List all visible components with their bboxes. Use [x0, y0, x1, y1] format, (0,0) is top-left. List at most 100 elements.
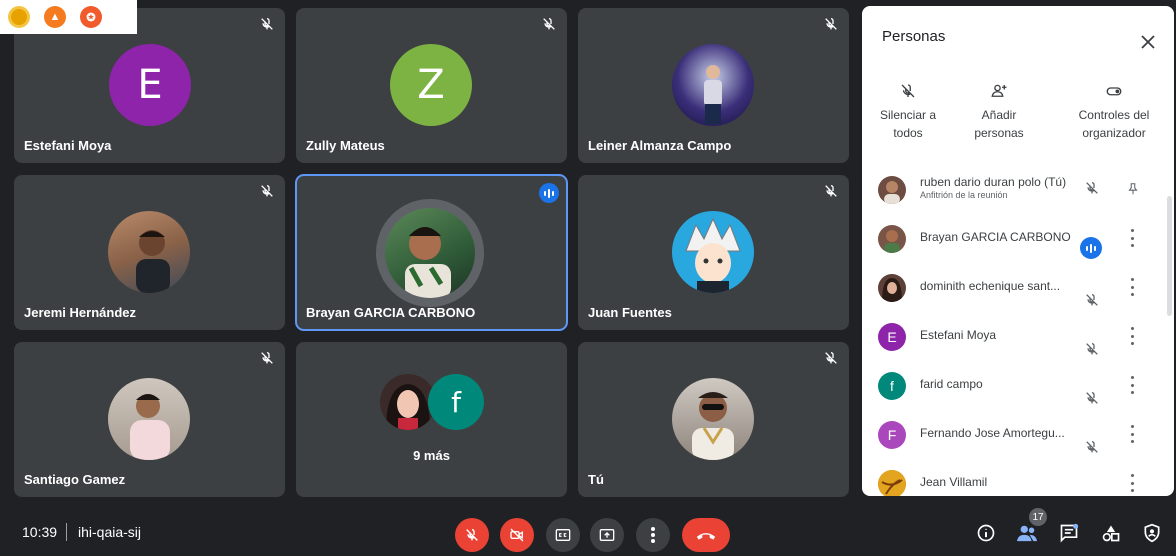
- mic-off-icon: [1086, 182, 1098, 194]
- control-label: organizador: [1082, 126, 1146, 140]
- participant-tile-active-speaker[interactable]: Brayan GARCIA CARBONO: [295, 174, 568, 331]
- more-options-icon[interactable]: [1126, 474, 1138, 492]
- photo-avatar: [385, 208, 475, 298]
- leave-call-button[interactable]: [682, 518, 730, 552]
- extension-icon[interactable]: [8, 6, 30, 28]
- meeting-time: 10:39: [22, 524, 58, 540]
- participant-row[interactable]: Brayan GARCIA CARBONO: [862, 215, 1167, 264]
- meet-window: ▲ ✪ E Estefani Moya Z Zully Mateus Leine…: [0, 0, 1176, 556]
- hang-up-icon: [696, 533, 716, 540]
- photo-avatar: [672, 211, 754, 293]
- people-icon: [1017, 525, 1037, 542]
- mic-off-icon: [901, 84, 915, 98]
- photo-avatar: [108, 378, 190, 460]
- add-people-button[interactable]: Añadir personas: [960, 82, 1038, 142]
- bottom-toolbar: 10:39 ihi-qaia-sij 17: [0, 506, 1176, 556]
- participant-row[interactable]: E Estefani Moya: [862, 313, 1167, 362]
- overflow-tile[interactable]: f 9 más: [296, 342, 567, 497]
- participant-name: Jeremi Hernández: [24, 305, 136, 320]
- photo-avatar: [672, 378, 754, 460]
- mic-off-icon: [1086, 294, 1098, 306]
- mic-off-icon: [1086, 441, 1098, 453]
- close-icon[interactable]: [1140, 34, 1156, 50]
- participant-name: Santiago Gamez: [24, 472, 126, 487]
- more-options-icon[interactable]: [1126, 278, 1138, 296]
- more-vert-icon: [651, 527, 655, 543]
- mic-off-icon: [261, 185, 273, 197]
- host-controls-button[interactable]: Controles del organizador: [1066, 82, 1162, 142]
- participant-tile-self[interactable]: Tú: [578, 342, 849, 497]
- participant-name: Zully Mateus: [306, 138, 385, 153]
- participant-tile[interactable]: Santiago Gamez: [14, 342, 285, 497]
- more-options-icon[interactable]: [1126, 425, 1138, 443]
- extension-icon[interactable]: ✪: [80, 6, 102, 28]
- more-options-icon[interactable]: [1126, 327, 1138, 345]
- photo-avatar: [672, 44, 754, 126]
- speaking-indicator-icon: [1080, 237, 1102, 259]
- participant-name: Juan Fuentes: [588, 305, 672, 320]
- avatar: E: [109, 44, 191, 126]
- photo-avatar: [878, 470, 906, 496]
- control-label: Silenciar a: [879, 108, 937, 122]
- chat-icon: [1060, 523, 1079, 543]
- captions-button[interactable]: [546, 518, 580, 552]
- mic-off-icon: [543, 18, 555, 30]
- participant-name: Jean Villamil: [920, 475, 988, 489]
- photo-avatar: [108, 211, 190, 293]
- participant-tile[interactable]: Juan Fuentes: [578, 175, 849, 330]
- meeting-details-button[interactable]: [975, 522, 997, 544]
- participant-row[interactable]: ruben dario duran polo (Tú) Anfitrión de…: [862, 166, 1167, 215]
- toggle-icon: [1106, 87, 1122, 96]
- present-screen-button[interactable]: [590, 518, 624, 552]
- more-options-icon[interactable]: [1126, 376, 1138, 394]
- participant-row[interactable]: dominith echenique sant...: [862, 264, 1167, 313]
- participant-row[interactable]: f farid campo: [862, 362, 1167, 411]
- more-participants-label: 9 más: [413, 448, 450, 463]
- mic-off-icon: [1086, 343, 1098, 355]
- divider: [66, 523, 67, 541]
- participant-name: dominith echenique sant...: [920, 279, 1061, 293]
- mic-off-icon: [825, 185, 837, 197]
- microphone-toggle-button[interactable]: [455, 518, 489, 552]
- photo-avatar: [878, 274, 906, 302]
- control-label: personas: [974, 126, 1024, 140]
- more-options-button[interactable]: [636, 518, 670, 552]
- mute-all-button[interactable]: Silenciar a todos: [872, 82, 944, 142]
- participant-tile[interactable]: Jeremi Hernández: [14, 175, 285, 330]
- meeting-code: ihi-qaia-sij: [78, 524, 142, 540]
- participant-tile[interactable]: Leiner Almanza Campo: [578, 8, 849, 163]
- pin-icon[interactable]: [1126, 180, 1140, 198]
- mic-off-icon: [466, 528, 478, 541]
- mic-off-icon: [825, 18, 837, 30]
- closed-captions-icon: [555, 529, 571, 541]
- participant-role: Anfitrión de la reunión: [920, 190, 1008, 200]
- participant-row[interactable]: Jean Villamil: [862, 460, 1167, 496]
- avatar: f: [878, 372, 906, 400]
- participant-name: farid campo: [920, 377, 983, 391]
- extension-icon[interactable]: ▲: [44, 6, 66, 28]
- avatar: F: [878, 421, 906, 449]
- control-label: Controles del: [1078, 108, 1150, 122]
- control-label: todos: [893, 126, 923, 140]
- participant-tile[interactable]: Z Zully Mateus: [296, 8, 567, 163]
- avatar: Z: [390, 44, 472, 126]
- mic-off-icon: [1086, 392, 1098, 404]
- control-label: Añadir: [981, 108, 1017, 122]
- participant-name: Estefani Moya: [24, 138, 112, 153]
- camera-off-icon: [510, 528, 524, 542]
- participant-count-badge: 17: [1029, 508, 1047, 526]
- mic-off-icon: [261, 18, 273, 30]
- chat-button[interactable]: [1058, 522, 1080, 544]
- speaking-indicator-icon: [539, 183, 559, 203]
- shield-icon: [1144, 523, 1160, 543]
- activities-button[interactable]: [1100, 522, 1122, 544]
- camera-toggle-button[interactable]: [500, 518, 534, 552]
- panel-scrollbar[interactable]: [1167, 196, 1172, 316]
- host-controls-toolbar-button[interactable]: [1141, 522, 1163, 544]
- participant-row[interactable]: F Fernando Jose Amortegu...: [862, 411, 1167, 460]
- participant-name: ruben dario duran polo (Tú): [920, 175, 1067, 189]
- add-person-icon: [991, 84, 1007, 97]
- more-options-icon[interactable]: [1126, 229, 1138, 247]
- participant-name: Fernando Jose Amortegu...: [920, 426, 1065, 440]
- photo-avatar: [878, 225, 906, 253]
